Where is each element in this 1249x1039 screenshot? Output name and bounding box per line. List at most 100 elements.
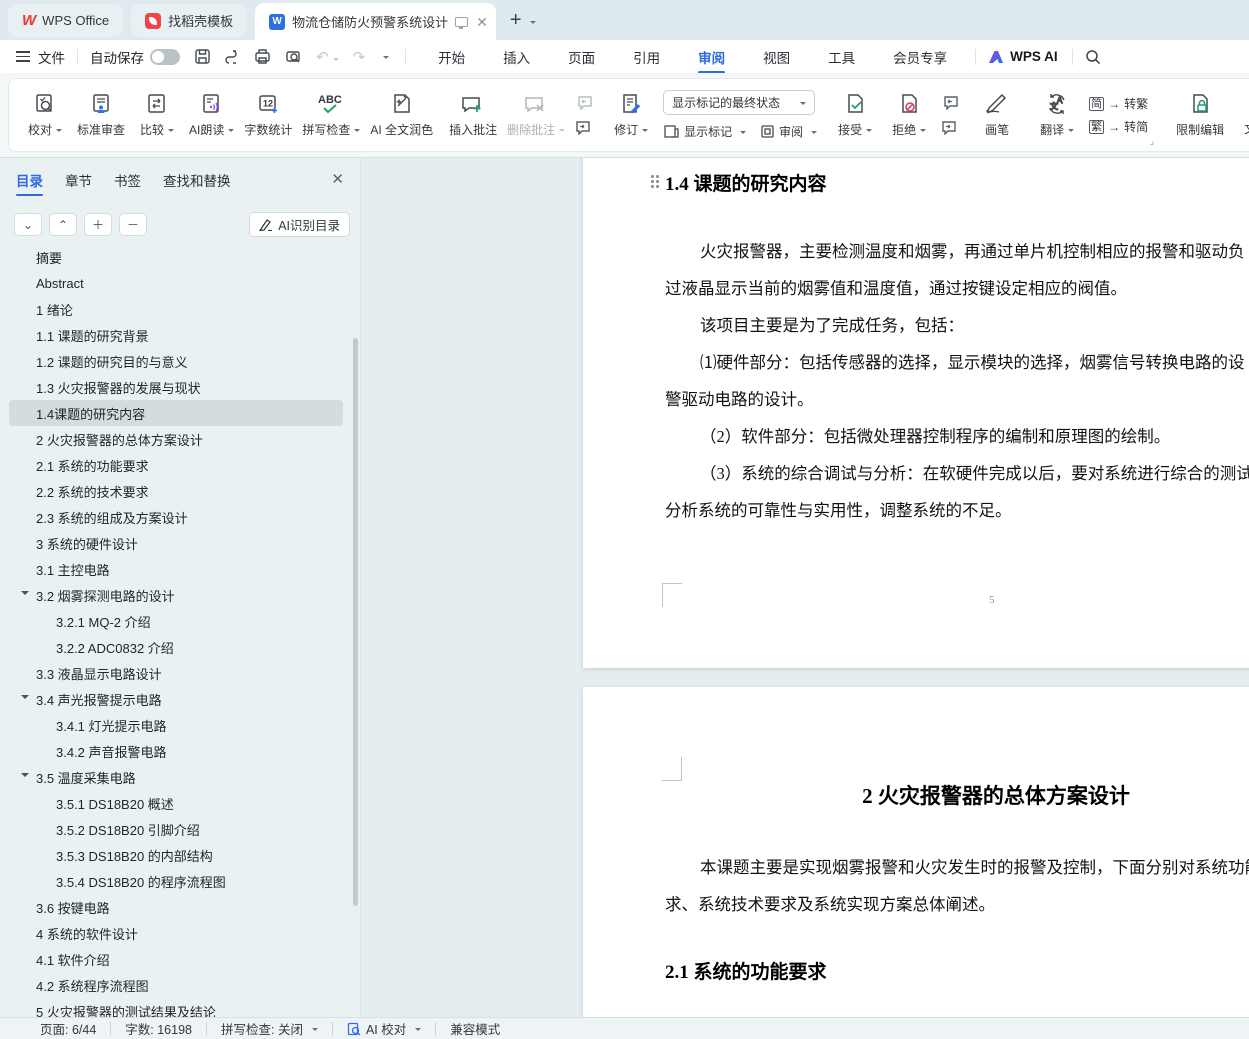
menu-tab[interactable]: 页面 xyxy=(566,41,597,73)
toc-item[interactable]: 3.6 按键电路 xyxy=(9,894,343,920)
toc-item[interactable]: 3.5.1 DS18B20 概述 xyxy=(9,790,343,816)
word-count-button[interactable]: 12 字数统计 xyxy=(244,92,292,138)
proofread-button[interactable]: 校对 xyxy=(23,92,67,138)
menu-tab[interactable]: 会员专享 xyxy=(891,41,949,73)
ai-read-aloud-button[interactable]: AI朗读 xyxy=(189,92,234,138)
menu-tab[interactable]: 审阅 xyxy=(696,41,727,73)
hamburger-icon[interactable] xyxy=(16,51,30,62)
toc-item[interactable]: 3.5 温度采集电路 xyxy=(9,764,343,790)
toc-item[interactable]: 3.1 主控电路 xyxy=(9,556,343,582)
file-menu[interactable]: 文件 xyxy=(38,47,65,67)
toc-item[interactable]: 1.4课题的研究内容 xyxy=(9,400,343,426)
toc-item[interactable]: 3 系统的硬件设计 xyxy=(9,530,343,556)
previous-change-icon[interactable] xyxy=(941,95,959,110)
toc-item[interactable]: Abstract xyxy=(9,270,343,296)
screen-share-icon[interactable] xyxy=(455,17,468,27)
tab-docer-templates[interactable]: 找稻壳模板 xyxy=(131,4,247,37)
toc-item[interactable]: 1.3 火灾报警器的发展与现状 xyxy=(9,374,343,400)
tab-current-document[interactable]: W 物流仓储防火预警系统设计 ✕ xyxy=(255,3,496,40)
spell-check-button[interactable]: ABC 拼写检查 xyxy=(302,92,360,138)
toc-item[interactable]: 3.2.2 ADC0832 介绍 xyxy=(9,634,343,660)
toc-expand-down-button[interactable]: ⌄ xyxy=(14,213,42,236)
restrict-editing-button[interactable]: 限制编辑 xyxy=(1176,92,1224,138)
toc-item[interactable]: 3.4.2 声音报警电路 xyxy=(9,738,343,764)
close-sidebar-icon[interactable]: ✕ xyxy=(331,170,344,188)
accept-change-button[interactable]: 接受 xyxy=(833,92,877,138)
simplified-to-traditional-button[interactable]: 简→转繁 xyxy=(1089,95,1148,112)
toc-item[interactable]: 2.1 系统的功能要求 xyxy=(9,452,343,478)
toc-item[interactable]: 3.5.2 DS18B20 引脚介绍 xyxy=(9,816,343,842)
menu-tab[interactable]: 插入 xyxy=(501,41,532,73)
toc-item[interactable]: 3.4.1 灯光提示电路 xyxy=(9,712,343,738)
collapse-triangle-icon[interactable] xyxy=(21,591,29,599)
paragraph-drag-handle-icon[interactable] xyxy=(651,175,662,190)
toc-item[interactable]: 3.2.1 MQ-2 介绍 xyxy=(9,608,343,634)
word-count-indicator[interactable]: 字数: 16198 xyxy=(125,1019,192,1038)
toc-item[interactable]: 1 绪论 xyxy=(9,296,343,322)
toc-item[interactable]: 2.3 系统的组成及方案设计 xyxy=(9,504,343,530)
toc-collapse-all-button[interactable]: － xyxy=(119,213,147,236)
traditional-to-simplified-button[interactable]: 繁→转简 xyxy=(1089,118,1148,135)
autosave-toggle[interactable] xyxy=(150,49,180,65)
toc-item[interactable]: 3.5.4 DS18B20 的程序流程图 xyxy=(9,868,343,894)
search-icon[interactable] xyxy=(1085,49,1101,65)
toc-expand-all-button[interactable]: ＋ xyxy=(84,213,112,236)
track-changes-button[interactable]: 修订 xyxy=(609,92,653,138)
show-markup-button[interactable]: 显示标记 xyxy=(663,123,746,140)
sidebar-panel-tab[interactable]: 书签 xyxy=(114,170,141,196)
print-icon[interactable] xyxy=(254,48,271,65)
ai-proofread-status[interactable]: AI 校对 xyxy=(347,1019,421,1038)
tab-wps-office[interactable]: W WPS Office xyxy=(8,4,123,37)
toc-collapse-up-button[interactable]: ⌃ xyxy=(49,213,77,236)
menu-tab[interactable]: 工具 xyxy=(826,41,857,73)
sidebar-panel-tab[interactable]: 目录 xyxy=(16,170,43,196)
ai-recognize-toc-button[interactable]: AI识别目录 xyxy=(249,212,350,237)
tab-list-dropdown-icon[interactable] xyxy=(526,12,536,30)
sidebar-scrollbar[interactable] xyxy=(353,338,358,906)
spellcheck-status[interactable]: 拼写检查: 关闭 xyxy=(221,1019,318,1038)
compare-button[interactable]: 比较 xyxy=(135,92,179,138)
ai-polish-button[interactable]: AI 全文润色 xyxy=(370,92,433,138)
toc-item[interactable]: 4.2 系统程序流程图 xyxy=(9,972,343,998)
quick-access-dropdown-icon[interactable] xyxy=(383,56,389,62)
translate-button[interactable]: A文 翻译 xyxy=(1035,92,1079,138)
new-tab-button[interactable]: + xyxy=(510,9,522,32)
menu-tab[interactable]: 视图 xyxy=(761,41,792,73)
reviewers-button[interactable]: 审阅 xyxy=(760,123,817,140)
standard-review-button[interactable]: 标准审查 xyxy=(77,92,125,138)
sidebar-panel-tab[interactable]: 查找和替换 xyxy=(163,170,231,196)
save-icon[interactable] xyxy=(194,48,211,65)
collapse-triangle-icon[interactable] xyxy=(21,695,29,703)
wps-ai-button[interactable]: WPS AI xyxy=(988,49,1058,64)
toc-item[interactable]: 1.1 课题的研究背景 xyxy=(9,322,343,348)
insert-comment-button[interactable]: 插入批注 xyxy=(449,92,497,138)
markup-state-dropdown[interactable]: 显示标记的最终状态 xyxy=(663,90,815,115)
ink-brush-button[interactable]: 画笔 xyxy=(975,92,1019,138)
document-canvas[interactable]: 1.4 课题的研究内容 火灾报警器，主要检测温度和烟雾，再通过单片机控制相应的报… xyxy=(361,158,1249,1017)
toc-item[interactable]: 3.2 烟雾探测电路的设计 xyxy=(9,582,343,608)
page-indicator[interactable]: 页面: 6/44 xyxy=(40,1019,96,1038)
clipped-ribbon-button[interactable]: 文档 xyxy=(1234,120,1249,151)
toc-item[interactable]: 5 火灾报警器的测试结果及结论 xyxy=(9,998,343,1017)
toc-item[interactable]: 摘要 xyxy=(9,244,343,270)
group-expander-icon[interactable]: ⌟ xyxy=(1149,136,1154,147)
toc-item[interactable]: 1.2 课题的研究目的与意义 xyxy=(9,348,343,374)
sidebar-panel-tab[interactable]: 章节 xyxy=(65,170,92,196)
next-change-icon[interactable] xyxy=(941,120,959,135)
toc-item[interactable]: 4.1 软件介绍 xyxy=(9,946,343,972)
export-icon[interactable] xyxy=(225,48,240,65)
menu-tab[interactable]: 引用 xyxy=(631,41,662,73)
print-preview-icon[interactable] xyxy=(285,48,302,65)
reject-change-button[interactable]: 拒绝 xyxy=(887,92,931,138)
close-tab-icon[interactable]: ✕ xyxy=(476,15,488,29)
menu-tab[interactable]: 开始 xyxy=(436,41,467,73)
toc-item[interactable]: 3.4 声光报警提示电路 xyxy=(9,686,343,712)
toc-item[interactable]: 4 系统的软件设计 xyxy=(9,920,343,946)
document-page-6[interactable]: 2 火灾报警器的总体方案设计 本课题主要是实现烟雾报警和火灾发生时的报警及控制，… xyxy=(583,687,1249,1017)
toc-item[interactable]: 2 火灾报警器的总体方案设计 xyxy=(9,426,343,452)
toc-item[interactable]: 2.2 系统的技术要求 xyxy=(9,478,343,504)
collapse-triangle-icon[interactable] xyxy=(21,773,29,781)
document-page-5[interactable]: 1.4 课题的研究内容 火灾报警器，主要检测温度和烟雾，再通过单片机控制相应的报… xyxy=(583,158,1249,668)
toc-item[interactable]: 3.3 液晶显示电路设计 xyxy=(9,660,343,686)
toc-item[interactable]: 3.5.3 DS18B20 的内部结构 xyxy=(9,842,343,868)
